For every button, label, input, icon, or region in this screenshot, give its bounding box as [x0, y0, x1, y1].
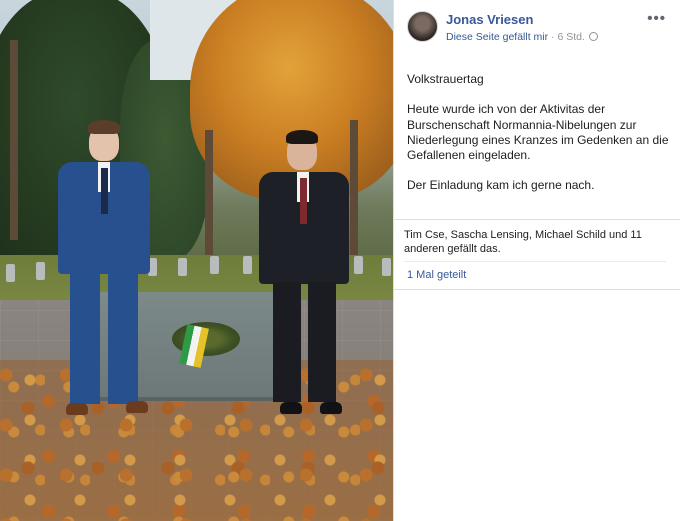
- grave-cross: [178, 258, 187, 276]
- like-page-link[interactable]: Diese Seite gefällt mir: [446, 31, 548, 43]
- grave-cross: [210, 256, 219, 274]
- photo-trunk: [205, 130, 213, 260]
- photo-trunk: [10, 40, 18, 240]
- post-paragraph: Der Einladung kam ich gerne nach.: [407, 178, 595, 193]
- post-timestamp[interactable]: 6 Std.: [557, 31, 584, 43]
- more-options-icon[interactable]: •••: [647, 10, 666, 27]
- grave-cross: [36, 262, 45, 280]
- author-name[interactable]: Jonas Vriesen: [446, 12, 533, 27]
- post-text: Volkstrauertag Heute wurde ich von der A…: [407, 72, 669, 209]
- grave-cross: [6, 264, 15, 282]
- post-paragraph: Volkstrauertag: [407, 72, 484, 86]
- grave-cross: [354, 256, 363, 274]
- photo-autumn-tree: [190, 0, 393, 200]
- shares-count[interactable]: 1 Mal geteilt: [407, 269, 466, 281]
- post-panel: Jonas Vriesen Diese Seite gefällt mir · …: [393, 0, 680, 521]
- post-meta: Diese Seite gefällt mir · 6 Std.: [446, 31, 598, 43]
- post-photo[interactable]: [0, 0, 393, 521]
- globe-icon: [588, 32, 598, 41]
- author-avatar[interactable]: [407, 11, 438, 42]
- photo-trunk: [350, 120, 358, 260]
- likes-summary[interactable]: Tim Cse, Sascha Lensing, Michael Schild …: [404, 228, 674, 256]
- grave-cross: [382, 258, 391, 276]
- grave-cross: [243, 256, 252, 274]
- post-paragraph: Heute wurde ich von der Aktivitas der Bu…: [407, 102, 669, 163]
- divider: [404, 261, 666, 262]
- divider: [394, 219, 680, 220]
- divider: [394, 289, 680, 290]
